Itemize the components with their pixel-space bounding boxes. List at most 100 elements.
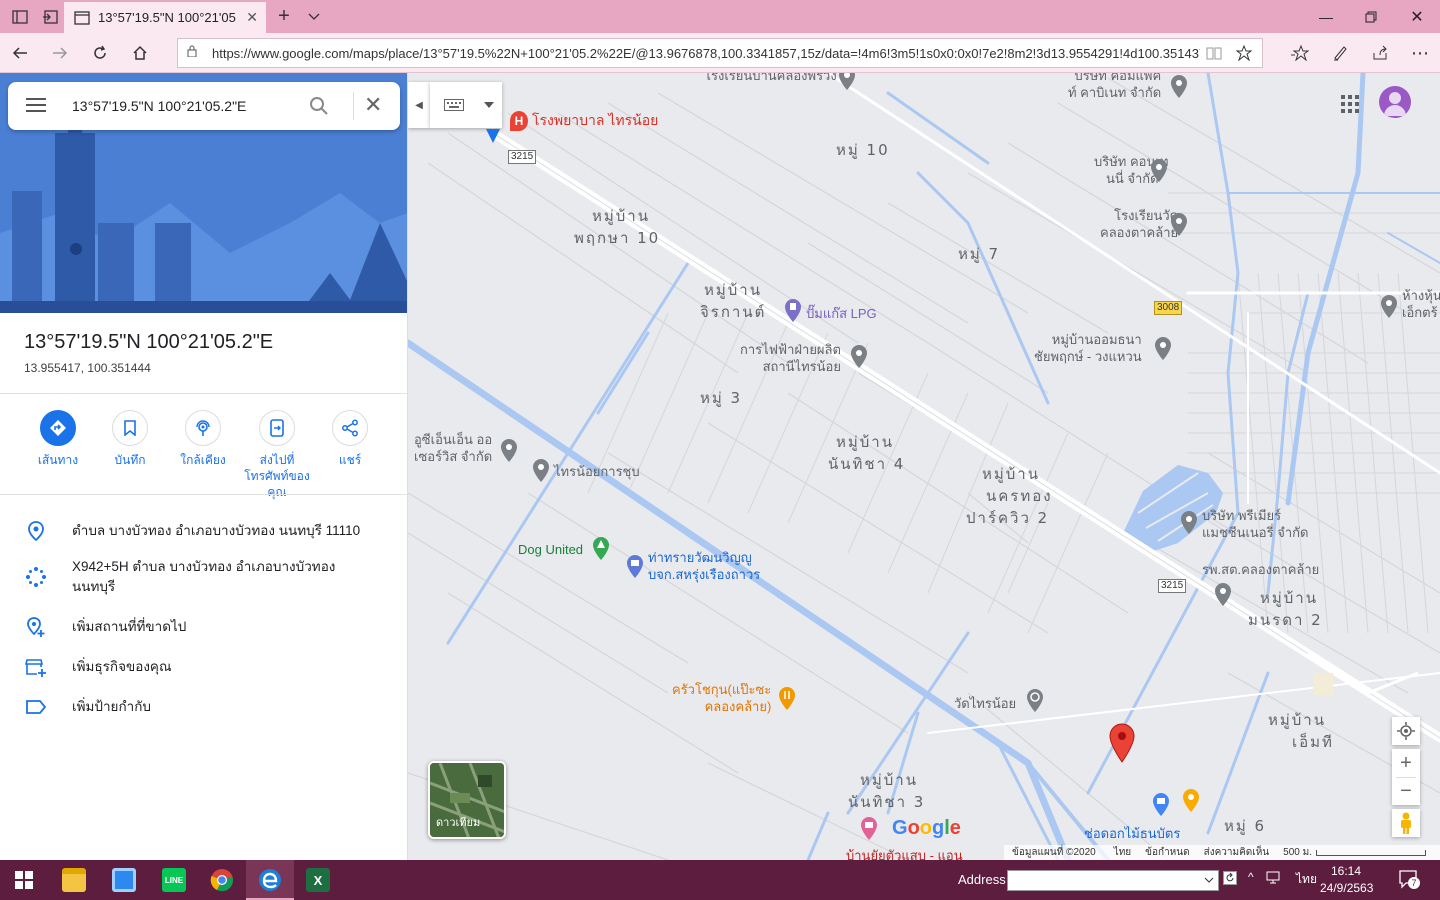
map-label-emthee: หมู่บ้าน — [1268, 711, 1326, 729]
terms-link[interactable]: ข้อกำหนด — [1145, 845, 1189, 860]
poi-premier-label-2: แมชชีนเนอรี่ จำกัด — [1202, 525, 1309, 540]
directions-icon — [40, 410, 76, 446]
tab-aside-icon[interactable] — [34, 0, 66, 33]
reading-view-icon[interactable] — [1200, 39, 1228, 67]
poi-store-right[interactable]: ห้างหุ้น เอ็กตร้ — [1402, 287, 1440, 321]
poi-bottom[interactable]: บ้านยัยตัวแสบ - แอน — [846, 847, 963, 860]
hospital-icon: H — [510, 111, 528, 131]
add-missing-place-row[interactable]: เพิ่มสถานที่ที่ขาดไป — [0, 615, 407, 645]
edge-button[interactable] — [246, 860, 294, 900]
zoom-out-icon[interactable]: − — [1400, 778, 1412, 805]
refresh-icon[interactable] — [86, 39, 114, 67]
keyboard-dropdown-icon[interactable] — [484, 102, 494, 108]
poi-dog-united[interactable]: Dog United — [518, 541, 583, 558]
avatar[interactable] — [1379, 86, 1411, 118]
poi-usn-label: อูซีเอ็นเอ็น ออ — [414, 432, 493, 447]
go-icon[interactable] — [1223, 871, 1237, 888]
clear-search-icon[interactable]: ✕ — [364, 94, 382, 116]
excel-button[interactable]: X — [294, 860, 342, 900]
plus-code-row[interactable]: X942+5H ตำบล บางบัวทอง อำเภอบางบัวทอง นน… — [0, 557, 407, 601]
windows-icon — [15, 871, 33, 889]
poi-sainoi-plating[interactable]: ไทรน้อยการชุบ — [554, 463, 640, 480]
chevron-down-icon[interactable] — [1204, 877, 1214, 883]
poi-company-top-label: บริษัท คอมแพค — [1074, 73, 1162, 83]
tab-list-chevron-icon[interactable] — [298, 0, 330, 33]
utility-pin-icon — [851, 345, 867, 368]
back-icon[interactable] — [6, 39, 34, 67]
forward-icon[interactable] — [46, 39, 74, 67]
save-button[interactable]: บันทึก — [93, 410, 167, 468]
more-icon[interactable]: ⋯ — [1406, 39, 1434, 67]
poi-wat-sainoi[interactable]: วัดไทรน้อย — [954, 695, 1016, 712]
poi-school-wat[interactable]: โรงเรียนวัด คลองตาคล้าย — [1100, 207, 1178, 241]
language-indicator[interactable]: ไทย — [1296, 870, 1317, 889]
line-app-button[interactable]: LINE — [150, 860, 198, 900]
poi-village-omthana[interactable]: หมู่บ้านออมธนา ชัยพฤกษ์ - วงแหวน — [1034, 331, 1142, 365]
chrome-button[interactable] — [198, 860, 246, 900]
feedback-link[interactable]: ส่งความคิดเห็น — [1204, 845, 1270, 860]
poi-egat[interactable]: การไฟฟ้าฝ่ายผลิต สถานีไทรน้อย — [740, 341, 841, 375]
street-view-pegman[interactable] — [1392, 809, 1420, 837]
poi-company-top[interactable]: บริษัท คอมแพคท์ คาบิเนท จำกัด — [1068, 73, 1161, 101]
address-bar[interactable]: https://www.google.com/maps/place/13°57'… — [177, 38, 1263, 68]
tab-preview-icon[interactable] — [4, 0, 36, 33]
share-button[interactable]: แชร์ — [313, 410, 387, 468]
poi-usn[interactable]: อูซีเอ็นเอ็น ออ เซอร์วิส จำกัด — [414, 431, 492, 465]
collapse-panel-button[interactable]: ◀ — [408, 82, 430, 128]
favorites-icon[interactable] — [1286, 39, 1314, 67]
poi-lpg[interactable]: ปั๊มแก๊ส LPG — [806, 305, 877, 322]
search-input[interactable] — [72, 94, 302, 118]
zoom-in-icon[interactable]: + — [1400, 749, 1412, 777]
route-badge-3215: 3215 — [1158, 579, 1187, 593]
poi-health-center[interactable]: รพ.สต.คลองตาคล้าย — [1202, 561, 1319, 578]
file-explorer-button[interactable] — [50, 860, 98, 900]
close-window-icon[interactable]: ✕ — [1394, 0, 1440, 33]
network-icon[interactable] — [1266, 870, 1284, 887]
apps-grid-icon[interactable] — [1341, 95, 1359, 113]
directions-button[interactable]: เส้นทาง — [21, 410, 95, 468]
folder-icon — [62, 868, 86, 892]
pen-icon[interactable] — [1326, 39, 1354, 67]
poi-company-top-label-2: ท์ คาบิเนท จำกัด — [1068, 85, 1162, 100]
poi-premier[interactable]: บริษัท พรีเมียร์ แมชชีนเนอรี่ จำกัด — [1202, 507, 1308, 541]
tab-close-icon[interactable]: ✕ — [246, 9, 258, 26]
address-toolbar-input[interactable] — [1007, 870, 1219, 891]
selected-location-marker-icon[interactable] — [1108, 723, 1136, 763]
add-business-row[interactable]: เพิ่มธุรกิจของคุณ — [0, 655, 407, 685]
send-to-phone-button[interactable]: ส่งไปที่โทรศัพท์ของคุณ — [239, 410, 315, 500]
send-to-phone-label: ส่งไปที่โทรศัพท์ของคุณ — [244, 453, 310, 499]
map-canvas[interactable]: ◀ หมู่ 10 หมู่บ้าน พฤกษา 10 หมู่ 7 หมู่บ… — [408, 73, 1440, 860]
add-label-row[interactable]: เพิ่มป้ายกำกับ — [0, 695, 407, 725]
system-clock[interactable]: 16:14 24/9/2563 — [1320, 863, 1373, 897]
new-tab-icon[interactable]: + — [268, 0, 300, 33]
start-button[interactable] — [0, 860, 48, 900]
my-location-button[interactable] — [1392, 717, 1420, 745]
poi-sand-port[interactable]: ท่าทรายวัฒนวิญญู บจก.สหรุ่งเรืองถาวร — [648, 549, 760, 583]
poi-flower-label: ช่อดอกไม้ธนบัตร — [1084, 826, 1181, 841]
browser-tab[interactable]: 13°57'19.5"N 100°21'05 ✕ — [64, 2, 266, 33]
poi-kitchen[interactable]: ครัวโชกุน(แป๊ะซะ คลองคล้าย) — [672, 681, 771, 715]
share-label: แชร์ — [338, 453, 362, 467]
poi-school-top[interactable]: โรงเรียนบ้านคลองพรวง — [704, 73, 837, 84]
control-panel-button[interactable] — [100, 860, 148, 900]
poi-flower-shop[interactable]: ช่อดอกไม้ธนบัตร — [1084, 825, 1180, 842]
search-icon[interactable] — [308, 95, 330, 117]
nearby-icon — [185, 410, 221, 446]
address-row[interactable]: ตำบล บางบัวทอง อำเภอบางบัวทอง นนทบุรี 11… — [0, 519, 407, 549]
company-pin-icon — [1181, 511, 1197, 534]
notification-center-icon[interactable]: 7 — [1398, 869, 1420, 892]
poi-hospital[interactable]: H โรงพยาบาล ไทรน้อย — [510, 111, 658, 131]
scale-label[interactable]: 500 ม. — [1283, 845, 1312, 860]
minimize-icon[interactable]: — — [1303, 0, 1349, 33]
home-icon[interactable] — [126, 39, 154, 67]
favorite-star-icon[interactable] — [1230, 39, 1258, 67]
shop-pin-icon — [861, 817, 877, 840]
nearby-button[interactable]: ใกล้เคียง — [166, 410, 240, 468]
language-link[interactable]: ไทย — [1114, 845, 1131, 860]
company-pin-icon — [1171, 75, 1187, 98]
tray-chevron-icon[interactable]: ^ — [1248, 870, 1254, 884]
satellite-toggle[interactable]: ดาวเทียม — [428, 761, 506, 839]
hamburger-menu-icon[interactable] — [26, 97, 46, 113]
share-icon[interactable] — [1366, 39, 1394, 67]
restore-icon[interactable] — [1348, 0, 1394, 33]
